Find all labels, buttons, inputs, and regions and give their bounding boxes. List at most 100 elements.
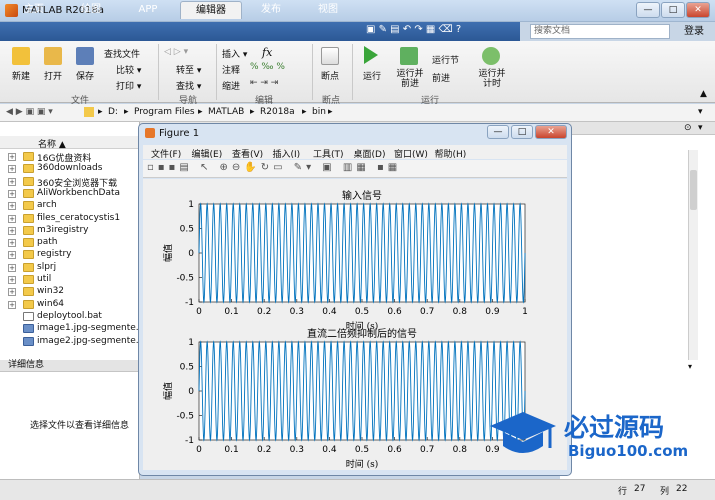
figure-menu-item[interactable]: 文件(F) bbox=[151, 147, 181, 160]
list-item[interactable]: + path bbox=[0, 237, 140, 249]
list-item[interactable]: image1.jpg-segmente... bbox=[0, 323, 140, 335]
x-tick-label: 0.7 bbox=[420, 307, 434, 317]
expand-icon[interactable]: + bbox=[8, 165, 16, 174]
advance-button[interactable]: 前进 bbox=[432, 71, 450, 84]
compare-button[interactable]: 比较 ▾ bbox=[116, 63, 141, 76]
address-dropdown-icon[interactable]: ▾ bbox=[698, 107, 703, 117]
path-segment[interactable]: R2018a bbox=[260, 107, 295, 117]
figure-menu-item[interactable]: 插入(I) bbox=[273, 147, 301, 160]
open-button[interactable]: 打开 bbox=[38, 69, 68, 82]
graduation-cap-logo bbox=[490, 412, 556, 453]
run-button[interactable]: 运行 bbox=[358, 69, 386, 82]
list-item[interactable]: + win64 bbox=[0, 299, 140, 311]
expand-icon[interactable]: + bbox=[8, 263, 16, 272]
list-item[interactable]: +16G优盘资料 bbox=[0, 151, 140, 163]
scroll-thumb[interactable] bbox=[690, 170, 697, 210]
tab-apps[interactable]: APP bbox=[122, 1, 174, 19]
file-name: image2.jpg-segmente... bbox=[37, 335, 140, 346]
comment-icons[interactable]: % ‰ % bbox=[250, 62, 285, 72]
list-item[interactable]: + win32 bbox=[0, 286, 140, 298]
panel-options-icon[interactable]: ⊙ bbox=[684, 123, 692, 133]
list-item[interactable]: + util bbox=[0, 274, 140, 286]
figure-title: Figure 1 bbox=[159, 128, 200, 139]
nav-arrows[interactable]: ◁ ▷ ▾ bbox=[164, 47, 188, 57]
indent-icons[interactable]: ⇤ ⇥ ⇥ bbox=[250, 78, 278, 88]
expand-icon[interactable]: + bbox=[8, 300, 16, 309]
vertical-scrollbar[interactable] bbox=[688, 150, 698, 360]
list-item[interactable]: + AliWorkbenchData bbox=[0, 188, 140, 200]
expand-icon[interactable]: + bbox=[8, 214, 16, 223]
tab-home[interactable]: 主页 bbox=[10, 1, 58, 19]
close-button[interactable]: ✕ bbox=[686, 2, 710, 18]
list-item[interactable]: image2.jpg-segmente... bbox=[0, 336, 140, 348]
figure-menu-item[interactable]: 窗口(W) bbox=[394, 147, 428, 160]
scroll-down-icon[interactable]: ▾ bbox=[688, 362, 698, 374]
address-arrow: ▸ bbox=[328, 107, 333, 117]
list-item[interactable]: + slprj bbox=[0, 262, 140, 274]
print-button[interactable]: 打印 ▾ bbox=[116, 79, 141, 92]
expand-icon[interactable]: + bbox=[8, 251, 16, 260]
nav-buttons[interactable]: ◀ ▶ ▣ ▣ ▾ bbox=[6, 107, 53, 117]
expand-icon[interactable]: + bbox=[8, 189, 16, 198]
run-section-button[interactable]: 运行节 bbox=[432, 53, 459, 66]
figure-maximize-button[interactable]: □ bbox=[511, 125, 533, 139]
comment-button[interactable]: 注释 bbox=[222, 63, 240, 76]
minimize-button[interactable]: — bbox=[636, 2, 660, 18]
expand-icon[interactable]: + bbox=[8, 239, 16, 248]
list-item[interactable]: +360downloads bbox=[0, 163, 140, 175]
save-button[interactable]: 保存 bbox=[70, 69, 100, 82]
list-item[interactable]: + arch bbox=[0, 200, 140, 212]
panel-close-icon[interactable]: ▾ bbox=[698, 123, 703, 133]
insert-button[interactable]: 插入 ▾ bbox=[222, 47, 247, 60]
fx-icon[interactable]: fx bbox=[262, 46, 272, 59]
file-icon bbox=[23, 324, 34, 334]
new-button[interactable]: 新建 bbox=[6, 69, 36, 82]
list-item[interactable]: + files_ceratocystis1 bbox=[0, 213, 140, 225]
path-segment[interactable]: MATLAB bbox=[208, 107, 244, 117]
y-tick-label: 1 bbox=[188, 200, 194, 210]
figure-menu-item[interactable]: 工具(T) bbox=[313, 147, 344, 160]
file-name: registry bbox=[37, 249, 72, 260]
indent-button[interactable]: 缩进 bbox=[222, 79, 240, 92]
login-button[interactable]: 登录 bbox=[676, 24, 712, 39]
figure-menu-item[interactable]: 桌面(D) bbox=[354, 147, 386, 160]
tab-plots[interactable]: 绘图 bbox=[66, 1, 116, 19]
collapse-toolstrip-icon[interactable]: ▲ bbox=[700, 89, 707, 99]
list-item[interactable]: deploytool.bat bbox=[0, 311, 140, 323]
column-header[interactable]: 名称 ▲ bbox=[0, 136, 140, 150]
list-item[interactable]: + registry bbox=[0, 249, 140, 261]
details-panel: 选择文件以查看详细信息 bbox=[0, 372, 140, 479]
path-segment[interactable]: bin bbox=[312, 107, 326, 117]
breakpoints-button[interactable]: 断点 bbox=[315, 69, 345, 82]
search-documentation-input[interactable]: 搜索文档 bbox=[530, 24, 670, 39]
run-and-time-button[interactable]: 运行并 计时 bbox=[472, 69, 512, 89]
figure-menu-item[interactable]: 编辑(E) bbox=[192, 147, 223, 160]
expand-icon[interactable]: + bbox=[8, 177, 16, 186]
expand-icon[interactable]: + bbox=[8, 153, 16, 161]
figure-menu-item[interactable]: 帮助(H) bbox=[435, 147, 467, 160]
tab-view[interactable]: 视图 bbox=[302, 1, 354, 19]
list-item[interactable]: + m3iregistry bbox=[0, 225, 140, 237]
tab-editor[interactable]: 编辑器 bbox=[180, 1, 242, 19]
figure-tool-icons[interactable]: ▫▪▪▤ ↖ ⊕⊖✋↻▭ ✎▾ ▣ ▥▦ ▪▦ bbox=[147, 162, 401, 173]
folder-icon bbox=[23, 250, 34, 260]
figure-minimize-button[interactable]: — bbox=[487, 125, 509, 139]
path-segment[interactable]: Program Files bbox=[134, 107, 195, 117]
expand-icon[interactable]: + bbox=[8, 226, 16, 235]
find-button[interactable]: 查找 ▾ bbox=[176, 79, 201, 92]
run-and-advance-button[interactable]: 运行并 前进 bbox=[390, 69, 430, 89]
goto-button[interactable]: 转至 ▾ bbox=[176, 63, 201, 76]
figure-close-button[interactable]: ✕ bbox=[535, 125, 567, 139]
maximize-button[interactable]: □ bbox=[661, 2, 685, 18]
expand-icon[interactable]: + bbox=[8, 276, 16, 284]
expand-icon[interactable]: + bbox=[8, 288, 16, 297]
find-files-button[interactable]: 查找文件 bbox=[104, 47, 140, 60]
path-segment[interactable]: D: bbox=[108, 107, 118, 117]
figure-menu-item[interactable]: 查看(V) bbox=[232, 147, 263, 160]
quick-access-toolbar[interactable]: ▣ ✎ ▤ ↶ ↷ ▦ ⌫ ? bbox=[366, 24, 526, 39]
x-tick-label: 0.2 bbox=[257, 445, 271, 455]
expand-icon[interactable]: + bbox=[8, 202, 16, 211]
status-bar: 行 27 列 22 bbox=[0, 479, 715, 500]
list-item[interactable]: +360安全浏览器下载 bbox=[0, 176, 140, 188]
tab-publish[interactable]: 发布 bbox=[246, 1, 296, 19]
